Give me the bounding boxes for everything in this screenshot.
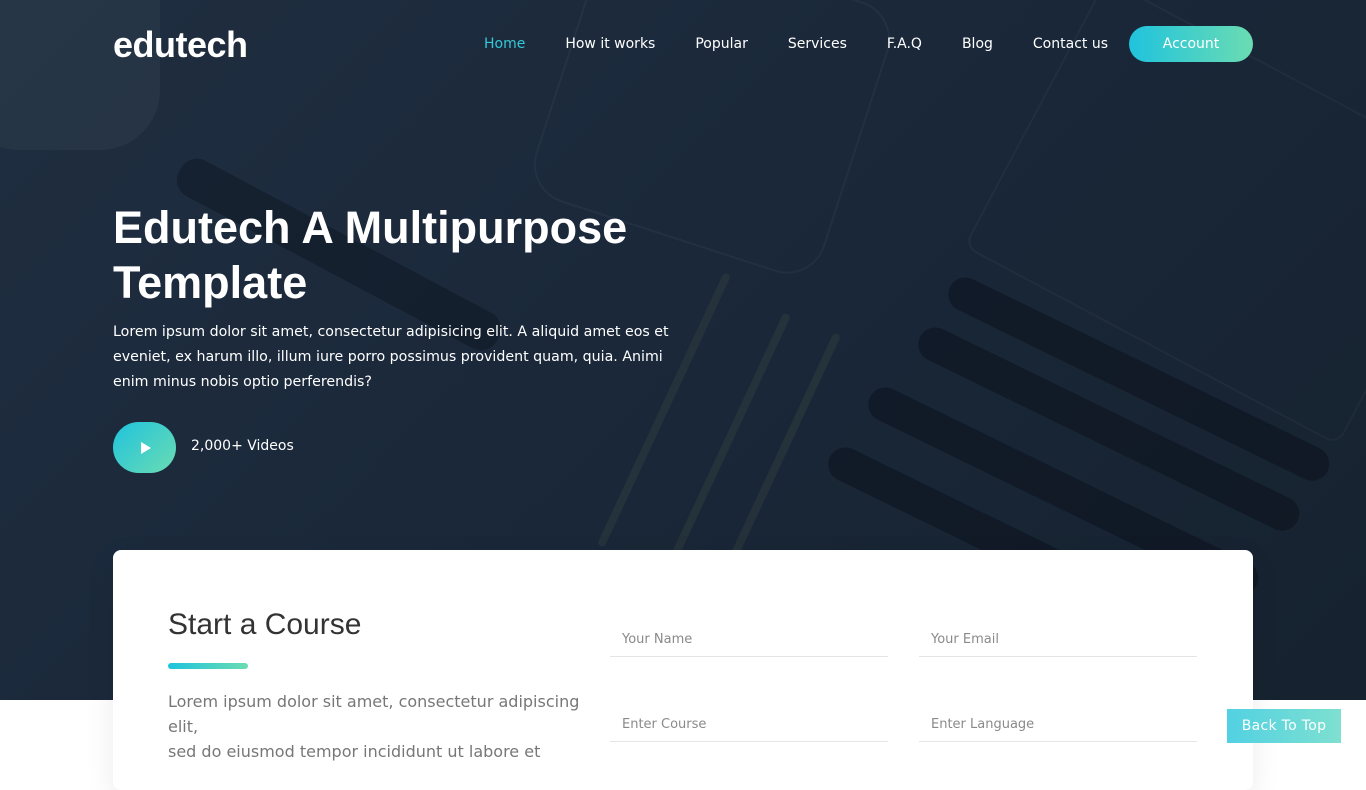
hero-description: Lorem ipsum dolor sit amet, consectetur … (113, 324, 669, 390)
name-input[interactable] (610, 623, 888, 657)
nav-item-how-it-works[interactable]: How it works (565, 26, 655, 62)
course-card-description: Lorem ipsum dolor sit amet, consectetur … (168, 692, 580, 761)
main-nav: Home How it works Popular Services F.A.Q… (444, 26, 1253, 62)
site-logo[interactable]: edutech (113, 24, 248, 66)
nav-item-services[interactable]: Services (788, 26, 847, 62)
start-course-card: Start a Course Lorem ipsum dolor sit ame… (113, 550, 1253, 790)
email-input[interactable] (919, 623, 1197, 657)
nav-item-contact-us[interactable]: Contact us (1033, 26, 1108, 62)
play-video-button[interactable] (113, 422, 176, 473)
account-button[interactable]: Account (1129, 26, 1253, 62)
background-decoration (596, 272, 732, 548)
play-icon (141, 442, 151, 454)
language-input[interactable] (919, 708, 1197, 742)
nav-item-faq[interactable]: F.A.Q (887, 26, 922, 62)
title-underline (168, 663, 248, 669)
nav-item-blog[interactable]: Blog (962, 26, 993, 62)
back-to-top-button[interactable]: Back To Top (1227, 709, 1341, 743)
hero-title: Edutech A Multipurpose Template (113, 202, 628, 308)
nav-item-home[interactable]: Home (484, 26, 525, 62)
course-card-title: Start a Course (168, 608, 362, 641)
nav-item-popular[interactable]: Popular (695, 26, 748, 62)
videos-count-label: 2,000+ Videos (191, 438, 294, 454)
background-decoration (0, 0, 160, 150)
course-input[interactable] (610, 708, 888, 742)
